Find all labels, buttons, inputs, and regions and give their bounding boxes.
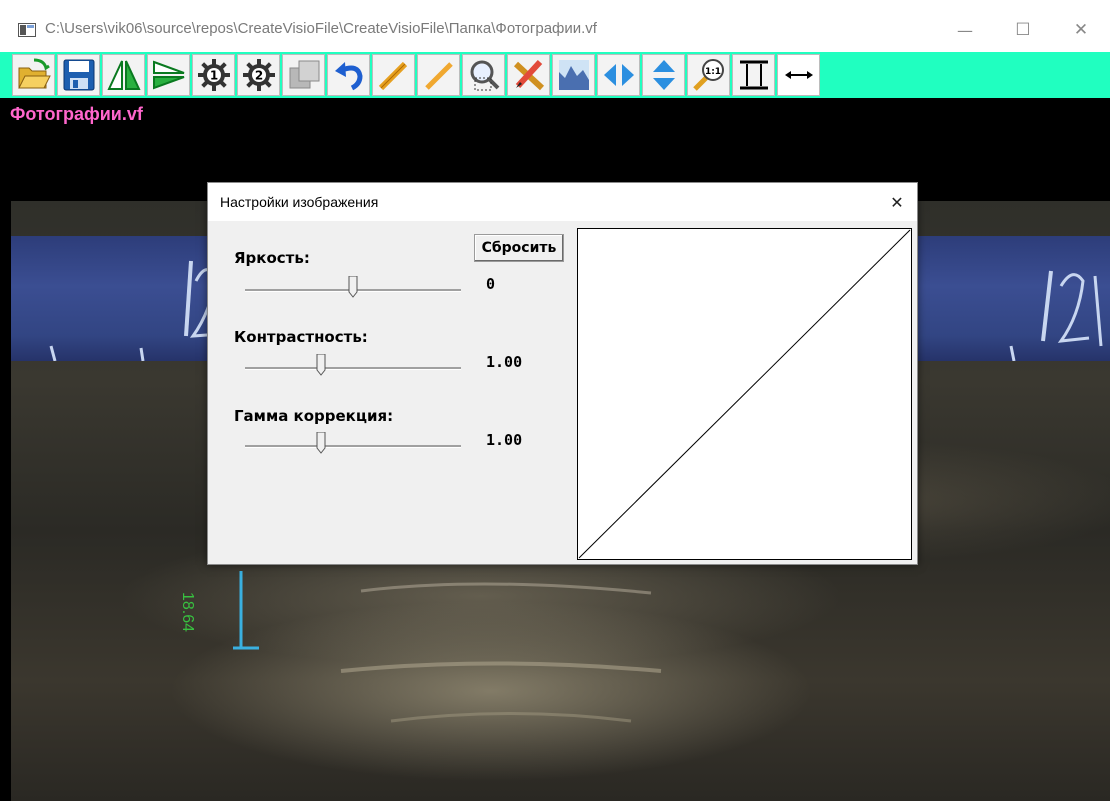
gamma-slider[interactable] (245, 432, 465, 462)
window-title: C:\Users\vik06\source\repos\CreateVisioF… (45, 20, 597, 37)
save-button[interactable] (57, 54, 100, 96)
copy-button[interactable] (282, 54, 325, 96)
fit-width-button[interactable] (777, 54, 820, 96)
double-arrow-horizontal-icon (784, 71, 813, 79)
slider-thumb[interactable] (316, 432, 326, 454)
histogram-icon (558, 60, 589, 90)
file-name-label: Фотографии.vf (10, 104, 143, 124)
histogram-button[interactable] (552, 54, 595, 96)
svg-text:2: 2 (254, 69, 262, 83)
contrast-slider[interactable] (245, 354, 465, 384)
flip-vertical-button[interactable] (147, 54, 190, 96)
tone-curve-preview (577, 228, 912, 560)
pencil-ruler-icon (513, 59, 544, 91)
measurement-label: 18.64 (179, 592, 196, 633)
undo-icon (334, 62, 363, 91)
contrast-value: 1.00 (486, 353, 523, 371)
gear-1-icon: 1 (197, 59, 230, 91)
contrast-label: Контрастность: (234, 328, 368, 346)
zoom-area-icon (470, 60, 499, 91)
app-icon (18, 23, 36, 37)
settings-1-button[interactable]: 1 (192, 54, 235, 96)
ruler-diagonal-button[interactable] (417, 54, 460, 96)
tools-button[interactable] (507, 54, 550, 96)
zoom-1-1-button[interactable]: 1:1 (687, 54, 730, 96)
image-settings-dialog: Настройки изображения ✕ Яркость: 0 Контр… (207, 182, 918, 565)
floppy-disk-icon (63, 59, 94, 91)
zoom-1-1-label: 1:1 (704, 67, 720, 77)
ruler-button[interactable] (372, 54, 415, 96)
flip-horizontal-icon (106, 60, 141, 90)
open-button[interactable] (12, 54, 55, 96)
svg-text:1: 1 (209, 69, 217, 83)
minimize-button[interactable]: — (942, 14, 988, 46)
brightness-label: Яркость: (234, 249, 310, 267)
slider-thumb[interactable] (316, 354, 326, 376)
folder-open-icon (17, 58, 51, 89)
dialog-title: Настройки изображения (220, 194, 379, 210)
flip-horizontal-button[interactable] (102, 54, 145, 96)
dialog-close-button[interactable]: ✕ (884, 189, 910, 215)
zoom-area-button[interactable] (462, 54, 505, 96)
tone-curve-line (578, 229, 911, 559)
gear-2-icon: 2 (242, 59, 275, 91)
ruler-diagonal-icon (424, 62, 453, 90)
undo-button[interactable] (327, 54, 370, 96)
close-window-button[interactable]: ✕ (1058, 14, 1104, 46)
arrows-horizontal-icon (603, 64, 634, 86)
flip-vertical-icon (152, 60, 184, 90)
slider-track (245, 367, 461, 370)
gamma-label: Гамма коррекция: (234, 407, 394, 425)
copy-icon (289, 60, 319, 89)
reset-button[interactable]: Сбросить (474, 234, 564, 262)
gamma-value: 1.00 (486, 431, 523, 449)
zoom-1-1-icon: 1:1 (692, 59, 724, 91)
arrows-vertical-icon (652, 60, 675, 90)
fit-height-icon (739, 60, 768, 90)
stretch-horizontal-button[interactable] (597, 54, 640, 96)
brightness-slider[interactable] (245, 276, 465, 306)
settings-2-button[interactable]: 2 (237, 54, 280, 96)
toolbar: 1 2 1:1 (0, 52, 1110, 98)
stretch-vertical-button[interactable] (642, 54, 685, 96)
brightness-value: 0 (486, 275, 496, 293)
slider-thumb[interactable] (348, 276, 358, 298)
fit-height-button[interactable] (732, 54, 775, 96)
maximize-button[interactable]: ☐ (1000, 14, 1046, 46)
window-titlebar: C:\Users\vik06\source\repos\CreateVisioF… (0, 0, 1110, 52)
dialog-titlebar: Настройки изображения ✕ (208, 183, 917, 221)
ruler-icon (378, 61, 407, 91)
slider-track (245, 445, 461, 448)
tone-curve-graph (578, 229, 911, 559)
